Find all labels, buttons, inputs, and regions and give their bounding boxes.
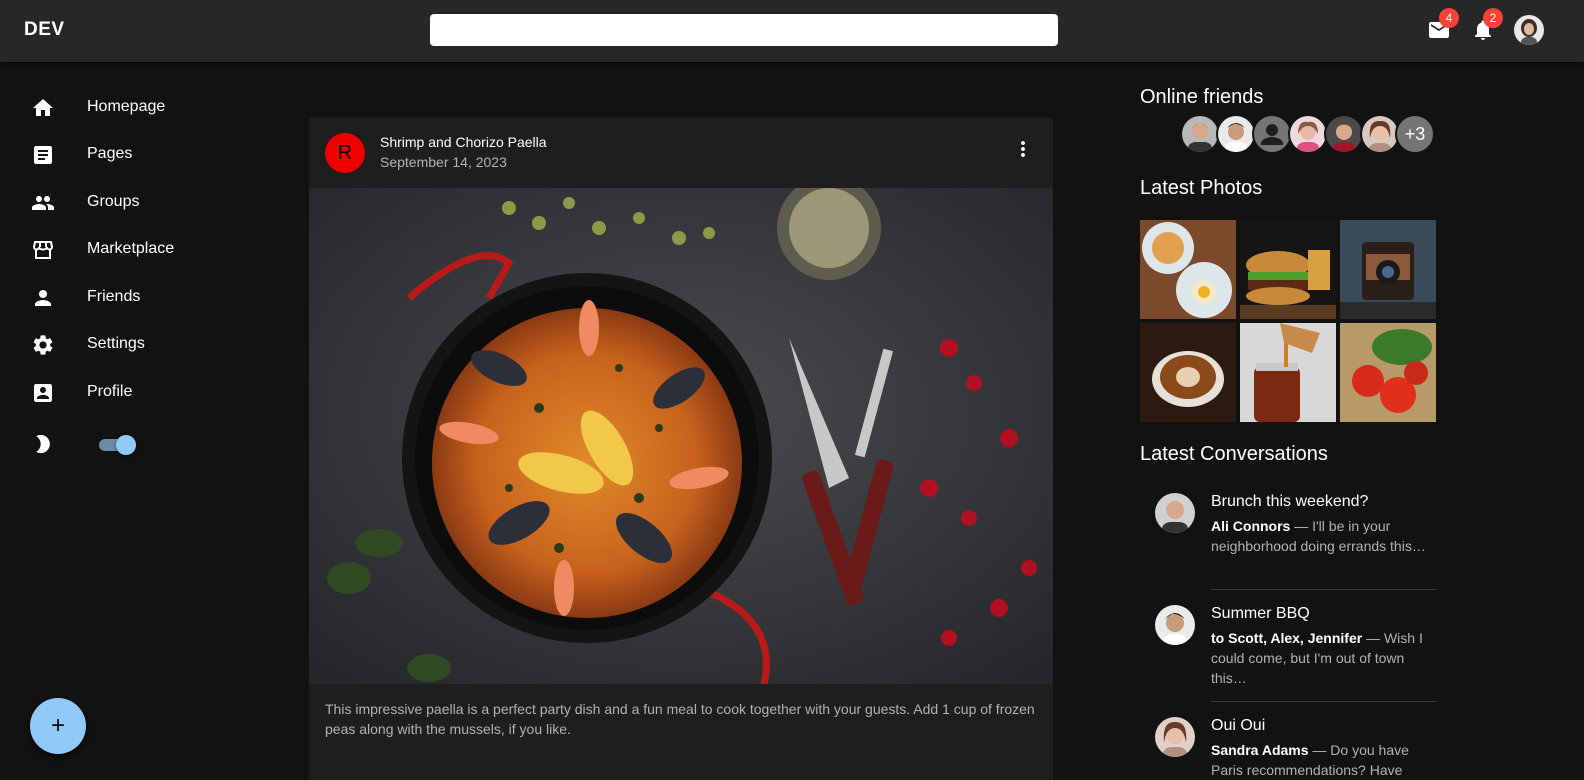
conversation-sender: to Scott, Alex, Jennifer [1211, 630, 1363, 646]
friend-avatar[interactable] [1288, 114, 1328, 154]
post-date: September 14, 2023 [380, 154, 507, 170]
photo-thumbnail[interactable] [1140, 323, 1236, 422]
sidebar-item-homepage[interactable]: Homepage [0, 84, 240, 132]
dark-mode-icon [36, 434, 50, 454]
photo-thumbnail[interactable] [1240, 323, 1336, 422]
mail-badge: 4 [1439, 8, 1459, 28]
sidebar-item-label: Homepage [87, 98, 166, 115]
divider [1211, 589, 1436, 590]
search-input[interactable] [430, 14, 1058, 46]
sidebar-item-label: Pages [87, 145, 133, 162]
conversation-item[interactable]: Summer BBQ to Scott, Alex, Jennifer — Wi… [1140, 605, 1436, 688]
add-button[interactable]: + [30, 698, 86, 754]
sidebar-item-profile[interactable]: Profile [0, 369, 240, 417]
sidebar-item-label: Profile [87, 383, 133, 400]
groups-icon [32, 196, 54, 210]
person-icon [35, 290, 51, 306]
latest-conversations-heading: Latest Conversations [1140, 443, 1328, 465]
sidebar-item-label: Friends [87, 288, 141, 305]
conversation-sender: Sandra Adams [1211, 742, 1309, 758]
home-icon [33, 99, 53, 116]
dark-mode-toggle[interactable] [99, 435, 136, 455]
post-image [309, 188, 1053, 684]
photo-thumbnail[interactable] [1140, 220, 1236, 319]
mail-button[interactable]: 4 [1427, 8, 1459, 42]
sidebar-item-pages[interactable]: Pages [0, 131, 240, 179]
notifications-button[interactable]: 2 [1471, 8, 1503, 42]
conversation-preview: Sandra Adams — Do you have Paris recomme… [1211, 740, 1426, 780]
conversation-item[interactable]: Oui Oui Sandra Adams — Do you have Paris… [1140, 717, 1436, 780]
friend-avatar[interactable] [1324, 114, 1364, 154]
app-bar: DEV 4 2 [0, 0, 1584, 62]
account-box-icon [34, 384, 52, 402]
person-icon [1261, 124, 1283, 145]
user-avatar[interactable] [1514, 15, 1544, 45]
sidebar-item-friends[interactable]: Friends [0, 274, 240, 322]
post-text: This impressive paella is a perfect part… [325, 701, 1035, 737]
sidebar-item-groups[interactable]: Groups [0, 179, 240, 227]
friend-avatar[interactable] [1180, 114, 1220, 154]
friend-avatar[interactable] [1252, 114, 1292, 154]
gear-icon [33, 335, 53, 355]
conversation-sender: Ali Connors [1211, 518, 1291, 534]
photo-thumbnail[interactable] [1340, 220, 1436, 319]
conversation-title: Oui Oui [1211, 717, 1266, 734]
photo-thumbnail[interactable] [1340, 323, 1436, 422]
conversation-preview: to Scott, Alex, Jennifer — Wish I could … [1211, 628, 1426, 688]
app-logo[interactable]: DEV [24, 19, 65, 41]
notifications-badge: 2 [1483, 8, 1503, 28]
post-avatar: R [325, 133, 365, 173]
sidebar-item-marketplace[interactable]: Marketplace [0, 226, 240, 274]
friend-avatar[interactable] [1216, 114, 1256, 154]
more-friends-badge[interactable]: +3 [1395, 114, 1435, 154]
sidebar-item-label: Groups [87, 193, 140, 210]
post-card: R Shrimp and Chorizo Paella September 14… [309, 117, 1053, 780]
toggle-thumb [116, 435, 136, 455]
conversation-avatar [1155, 493, 1195, 533]
conversation-avatar [1155, 717, 1195, 757]
conversation-title: Brunch this weekend? [1211, 493, 1369, 510]
sidebar-item-label: Settings [87, 335, 145, 352]
friend-avatar[interactable] [1360, 114, 1400, 154]
photo-thumbnail[interactable] [1240, 220, 1336, 319]
conversation-preview: Ali Connors — I'll be in your neighborho… [1211, 516, 1426, 556]
more-vert-icon[interactable] [1011, 137, 1035, 161]
post-title: Shrimp and Chorizo Paella [380, 134, 547, 150]
divider [1211, 701, 1436, 702]
sidebar-item-settings[interactable]: Settings [0, 321, 240, 369]
conversation-avatar [1155, 605, 1195, 645]
article-icon [34, 146, 52, 164]
latest-photos-heading: Latest Photos [1140, 177, 1263, 199]
conversation-item[interactable]: Brunch this weekend? Ali Connors — I'll … [1140, 493, 1436, 573]
conversation-title: Summer BBQ [1211, 605, 1310, 622]
online-friends-heading: Online friends [1140, 86, 1264, 108]
sidebar-item-label: Marketplace [87, 240, 175, 257]
storefront-icon [32, 241, 54, 259]
